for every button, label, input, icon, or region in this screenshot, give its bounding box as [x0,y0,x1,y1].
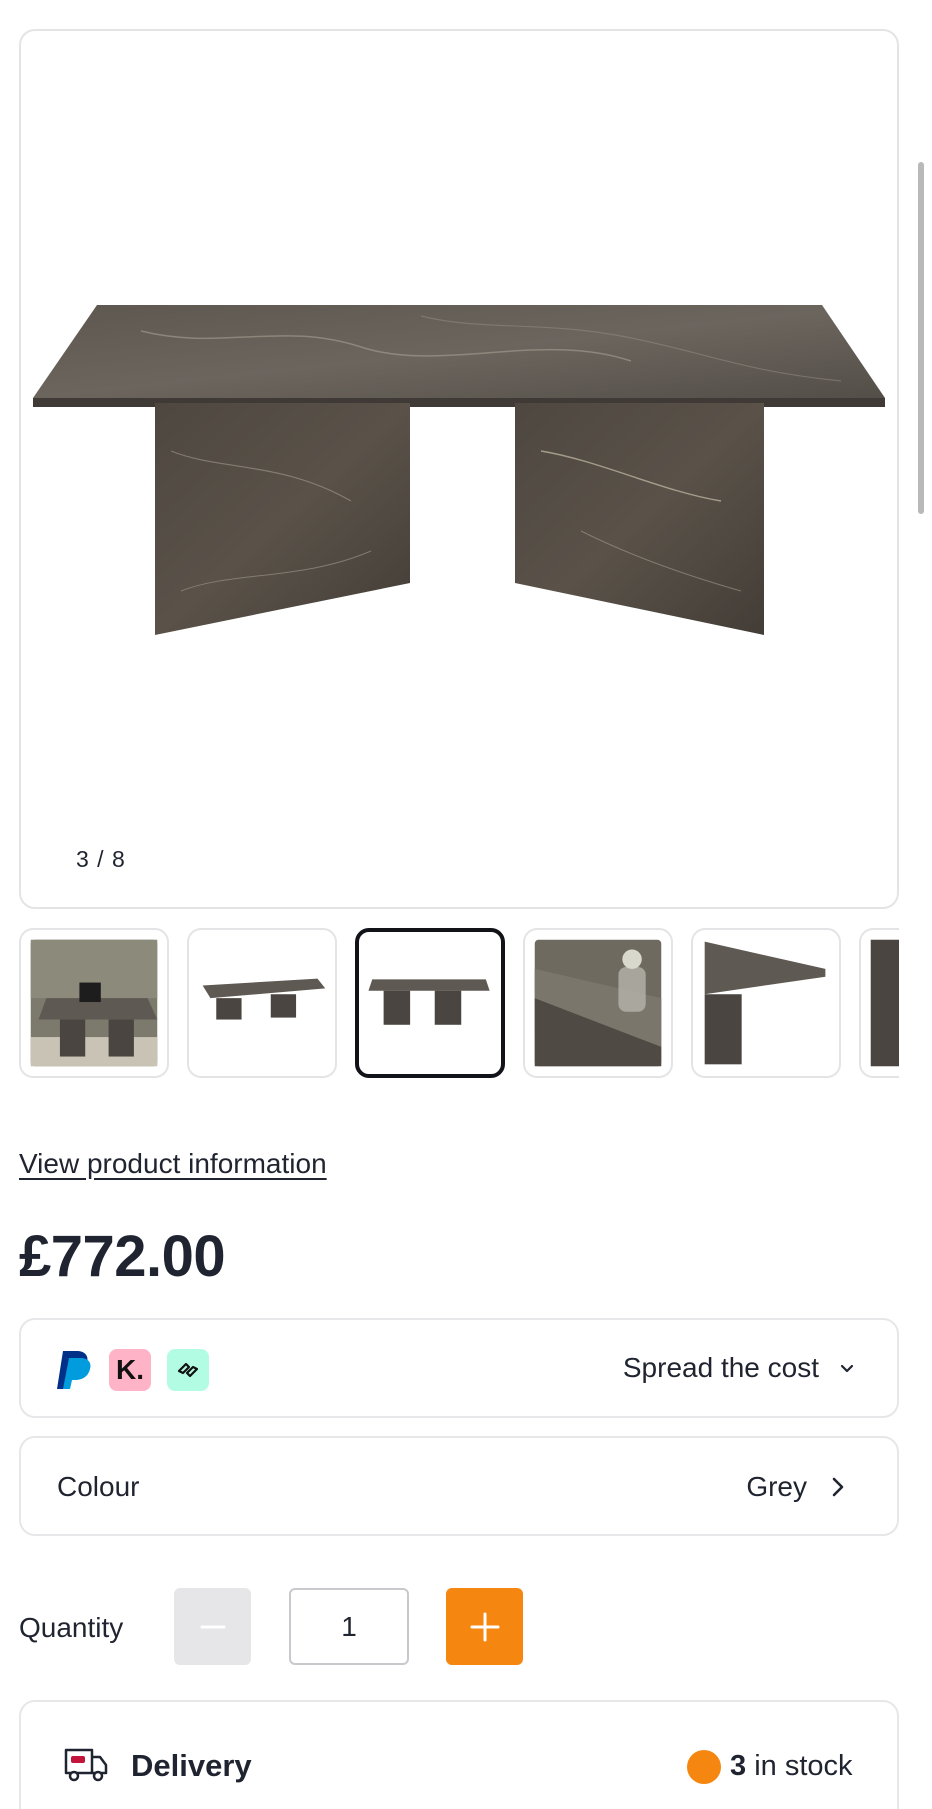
product-price: £772.00 [19,1224,226,1289]
plus-icon [470,1612,499,1641]
payment-provider-icons: K. [55,1349,209,1391]
delivery-label: Delivery [131,1748,252,1783]
colour-selector[interactable]: Colour Grey [19,1436,899,1536]
clearpay-icon [167,1349,209,1391]
chevron-right-icon [832,1477,844,1497]
thumbnail-lifestyle-image [30,939,158,1067]
stock-status: 3 in stock [730,1750,853,1783]
colour-label: Colour [57,1471,140,1502]
thumbnail-front-image [368,979,490,1025]
thumbnail-partial[interactable] [859,928,899,1078]
thumbnail-closeup-image [534,939,662,1067]
thumbnail-corner-image [704,941,826,1065]
paypal-icon [57,1351,91,1389]
spread-the-cost-label: Spread the cost [622,1352,819,1383]
delivery-van-icon [64,1748,108,1782]
colour-value: Grey [746,1471,807,1502]
klarna-icon: K. [109,1349,151,1391]
thumbnail-corner[interactable] [691,928,841,1078]
image-counter: 3 / 8 [76,846,126,872]
minus-icon [200,1625,225,1628]
page-scrollbar[interactable] [918,162,924,514]
quantity-input[interactable]: 1 [289,1588,409,1665]
product-image-main[interactable]: 3 / 8 [19,29,899,909]
stock-status-dot [687,1750,721,1784]
view-product-information-link[interactable]: View product information [19,1148,327,1180]
delivery-section[interactable]: Delivery 3 in stock [19,1700,899,1809]
chevron-down-icon [840,1364,854,1373]
thumbnail-angle-image [202,978,326,1020]
quantity-increase-button[interactable] [446,1588,523,1665]
thumbnail-front[interactable] [355,928,505,1078]
marble-table-image [33,305,885,635]
thumbnail-partial-image [870,939,899,1067]
thumbnail-lifestyle[interactable] [19,928,169,1078]
quantity-decrease-button[interactable] [174,1588,251,1665]
spread-the-cost-dropdown[interactable]: K. Spread the cost [19,1318,899,1418]
thumbnail-angle[interactable] [187,928,337,1078]
stock-suffix: in stock [746,1750,853,1782]
thumbnail-strip[interactable] [19,928,899,1078]
stock-count: 3 [730,1750,747,1782]
thumbnail-closeup[interactable] [523,928,673,1078]
quantity-label: Quantity [19,1612,124,1643]
